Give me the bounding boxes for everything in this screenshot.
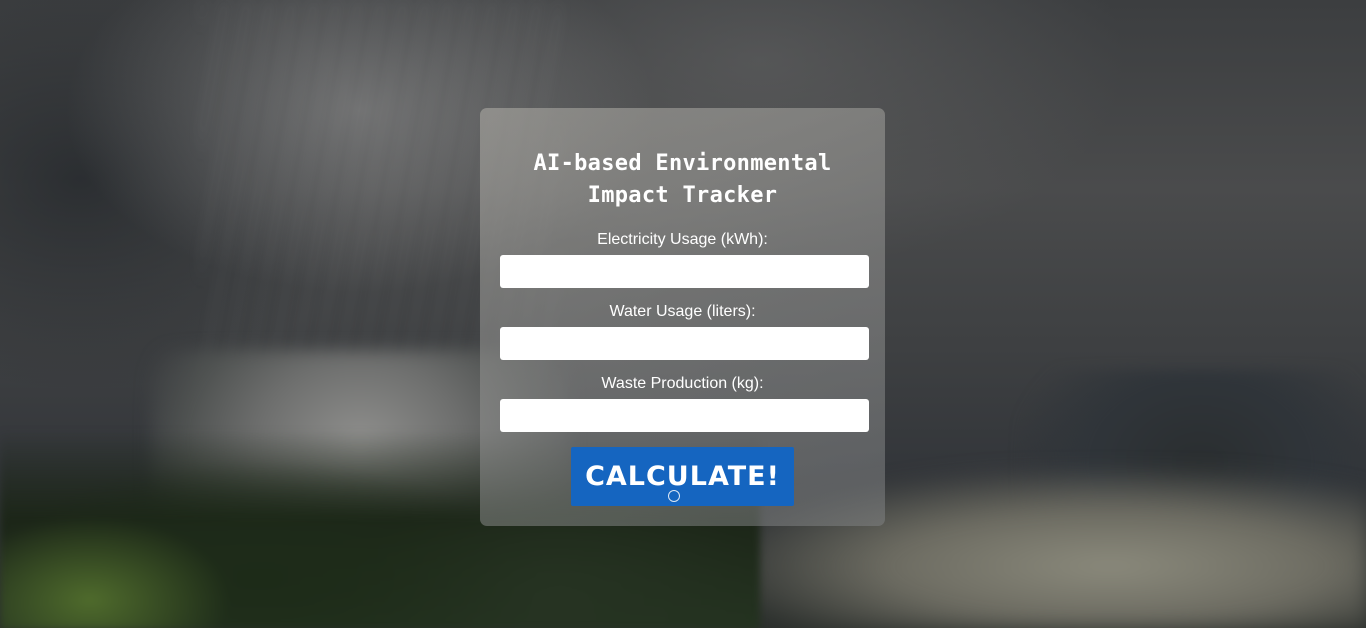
water-label: Water Usage (liters):: [609, 303, 756, 320]
electricity-input[interactable]: [500, 255, 869, 288]
calculate-button[interactable]: CALCULATE!: [571, 447, 794, 506]
waste-label: Waste Production (kg):: [601, 375, 764, 392]
electricity-label: Electricity Usage (kWh):: [597, 231, 768, 248]
water-input[interactable]: [500, 327, 869, 360]
waste-input[interactable]: [500, 399, 869, 432]
tracker-card: AI-based Environmental Impact Tracker El…: [480, 108, 885, 526]
page-title: AI-based Environmental Impact Tracker: [533, 151, 832, 208]
